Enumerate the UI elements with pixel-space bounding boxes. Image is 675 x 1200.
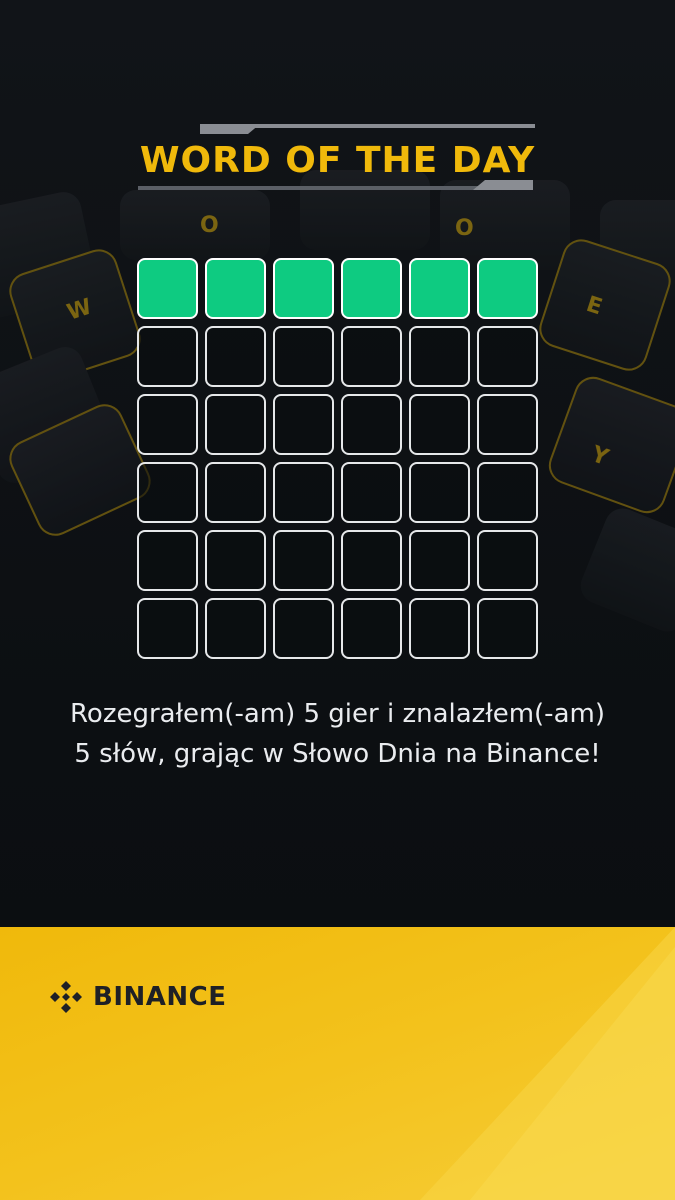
- grid-tile: [477, 258, 538, 319]
- word-grid: [137, 258, 538, 659]
- grid-tile: [137, 258, 198, 319]
- grid-tile: [205, 462, 266, 523]
- grid-tile: [477, 326, 538, 387]
- backdrop-key-o2: O: [455, 216, 474, 241]
- title-block: WORD OF THE DAY: [0, 118, 675, 208]
- grid-tile: [477, 530, 538, 591]
- page-title: WORD OF THE DAY: [139, 140, 536, 181]
- grid-tile: [137, 462, 198, 523]
- brand-name: BINANCE: [93, 982, 227, 1012]
- grid-tile: [273, 326, 334, 387]
- backdrop-key-o1: O: [200, 213, 219, 238]
- footer-stripe: [420, 927, 675, 1200]
- grid-tile: [341, 394, 402, 455]
- grid-tile: [205, 258, 266, 319]
- grid-tile: [477, 394, 538, 455]
- grid-tile: [341, 530, 402, 591]
- grid-tile: [409, 598, 470, 659]
- grid-tile: [341, 462, 402, 523]
- share-card: W O O E Y WORD OF THE DAY Rozegrałem(-am…: [0, 0, 675, 1200]
- grid-tile: [409, 326, 470, 387]
- title-decor-top: [200, 124, 535, 128]
- grid-tile: [409, 258, 470, 319]
- title-decor-bottom: [138, 186, 533, 190]
- grid-tile: [477, 598, 538, 659]
- grid-tile: [341, 258, 402, 319]
- grid-tile: [273, 462, 334, 523]
- grid-tile: [273, 258, 334, 319]
- grid-tile: [273, 530, 334, 591]
- grid-tile: [409, 394, 470, 455]
- binance-diamond-icon: [50, 981, 82, 1013]
- grid-tile: [341, 598, 402, 659]
- grid-tile: [137, 326, 198, 387]
- grid-tile: [409, 530, 470, 591]
- grid-tile: [273, 394, 334, 455]
- grid-tile: [137, 598, 198, 659]
- result-message: Rozegrałem(-am) 5 gier i znalazłem(-am) …: [70, 699, 605, 769]
- footer-banner: BINANCE: [0, 927, 675, 1200]
- grid-tile: [137, 530, 198, 591]
- binance-logo: BINANCE: [47, 981, 227, 1013]
- grid-tile: [137, 394, 198, 455]
- grid-tile: [341, 326, 402, 387]
- grid-tile: [205, 394, 266, 455]
- grid-tile: [273, 598, 334, 659]
- grid-tile: [205, 326, 266, 387]
- grid-tile: [409, 462, 470, 523]
- grid-tile: [477, 462, 538, 523]
- grid-tile: [205, 530, 266, 591]
- grid-tile: [205, 598, 266, 659]
